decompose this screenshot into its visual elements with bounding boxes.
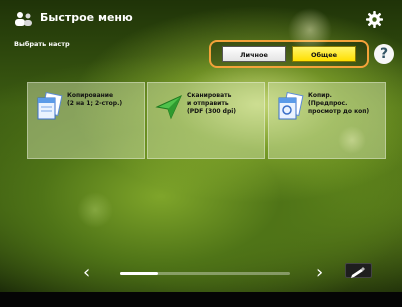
mode-personal-button[interactable]: Личное xyxy=(222,46,286,62)
people-icon xyxy=(15,12,32,26)
mode-shared-button[interactable]: Общее xyxy=(292,46,356,62)
bottom-bar xyxy=(0,292,402,307)
gear-icon[interactable] xyxy=(366,11,383,28)
tile-scan-send[interactable]: Сканировать и отправить (PDF (300 dpi) xyxy=(147,82,265,159)
edit-arrow-icon xyxy=(351,267,365,278)
previous-page-button[interactable]: ‹ xyxy=(83,262,90,283)
copy-preview-icon xyxy=(278,91,304,120)
next-page-button[interactable]: › xyxy=(316,262,323,283)
page-scroll-thumb[interactable] xyxy=(120,272,158,275)
quick-menu-screen: Быстрое меню Выбрать настр Личное Общее … xyxy=(0,0,402,307)
edit-arrow-button[interactable] xyxy=(345,263,372,278)
help-icon[interactable]: ? xyxy=(374,44,394,64)
copy-icon xyxy=(37,91,63,120)
scan-send-icon xyxy=(155,94,183,120)
page-scrollbar[interactable] xyxy=(120,272,290,275)
tile-label: Сканировать и отправить (PDF (300 dpi) xyxy=(187,92,237,115)
tile-label: Копирование (2 на 1; 2-стор.) xyxy=(67,92,123,107)
title-bar: Быстрое меню xyxy=(0,0,402,36)
tile-copy-2in1[interactable]: Копирование (2 на 1; 2-стор.) xyxy=(27,82,145,159)
mode-switch: Личное Общее xyxy=(209,40,369,68)
tile-label: Копир. (Предпрос. просмотр до коп) xyxy=(308,92,370,115)
tile-copy-preview[interactable]: Копир. (Предпрос. просмотр до коп) xyxy=(268,82,386,159)
page-title: Быстрое меню xyxy=(40,11,133,24)
page-subtitle: Выбрать настр xyxy=(14,40,70,48)
